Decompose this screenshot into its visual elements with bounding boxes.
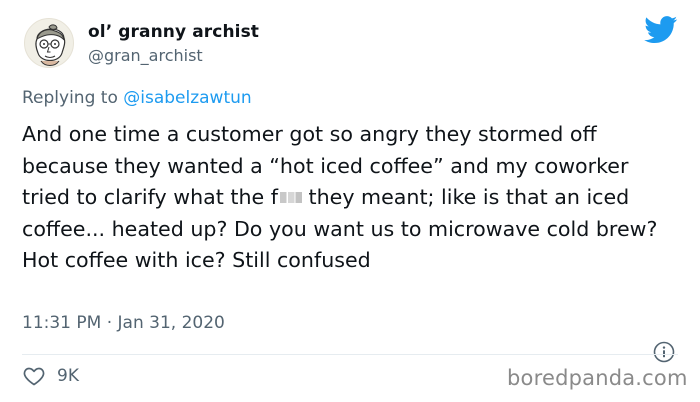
censor-pixelation [279,192,302,203]
granny-avatar-drawing [35,24,66,66]
boredpanda-watermark: boredpanda.com [507,366,688,390]
twitter-bird-icon[interactable] [644,16,678,44]
tweet-text: And one time a customer got so angry the… [22,119,672,277]
info-icon[interactable] [652,340,676,364]
user-handle[interactable]: @gran_archist [88,46,203,65]
replying-to-line: Replying to @isabelzawtun [22,88,252,108]
replying-to-label: Replying to [22,88,118,108]
display-name[interactable]: ol’ granny archist [88,22,259,42]
heart-icon[interactable] [22,364,46,388]
reply-mention-link[interactable]: @isabelzawtun [123,88,251,108]
tweet-timestamp[interactable]: 11:31 PM · Jan 31, 2020 [22,313,225,333]
divider [22,354,678,355]
avatar[interactable] [24,18,74,68]
like-count[interactable]: 9K [57,366,79,386]
